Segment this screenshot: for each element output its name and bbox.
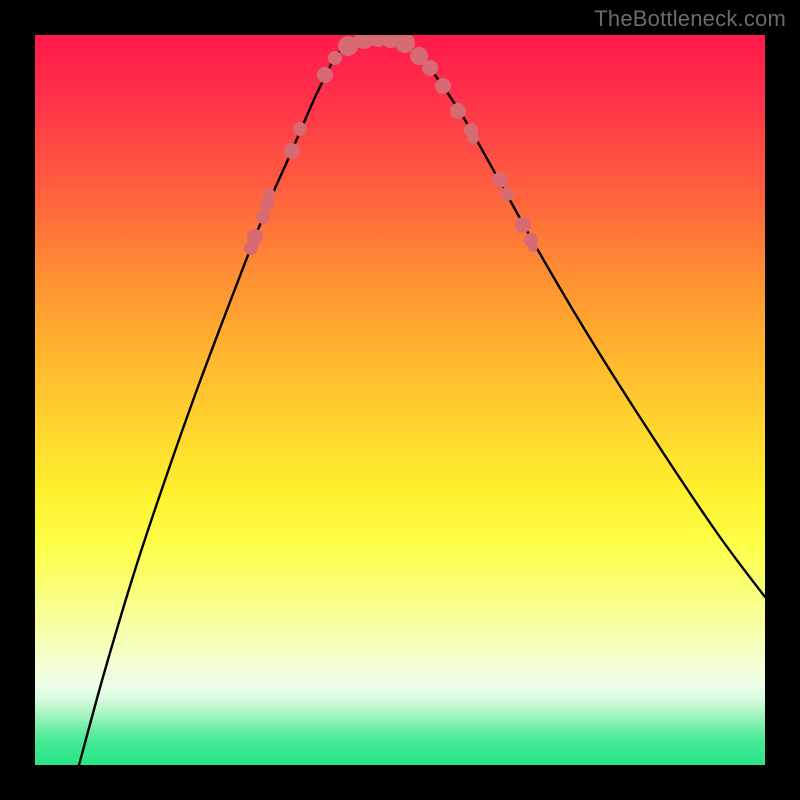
attribution-text: TheBottleneck.com: [594, 6, 786, 32]
plot-area: [35, 35, 765, 765]
curve-marker: [395, 35, 415, 53]
curve-marker: [435, 78, 451, 94]
curve-marker: [422, 60, 438, 76]
curve-marker: [256, 210, 270, 224]
curve-marker: [492, 172, 508, 188]
chart-svg: [35, 35, 765, 765]
curve-marker: [263, 188, 275, 200]
curve-marker: [528, 242, 538, 252]
curve-marker: [293, 122, 307, 136]
curve-marker: [317, 67, 333, 83]
curve-marker: [247, 229, 263, 245]
curve-marker: [328, 51, 342, 65]
curve-marker: [467, 132, 479, 144]
curve-marker: [500, 187, 514, 201]
bottleneck-curve: [79, 36, 765, 765]
curve-marker: [450, 103, 466, 119]
curve-marker: [284, 143, 300, 159]
chart-frame: TheBottleneck.com: [0, 0, 800, 800]
curve-marker: [515, 217, 531, 233]
curve-markers: [244, 35, 538, 255]
